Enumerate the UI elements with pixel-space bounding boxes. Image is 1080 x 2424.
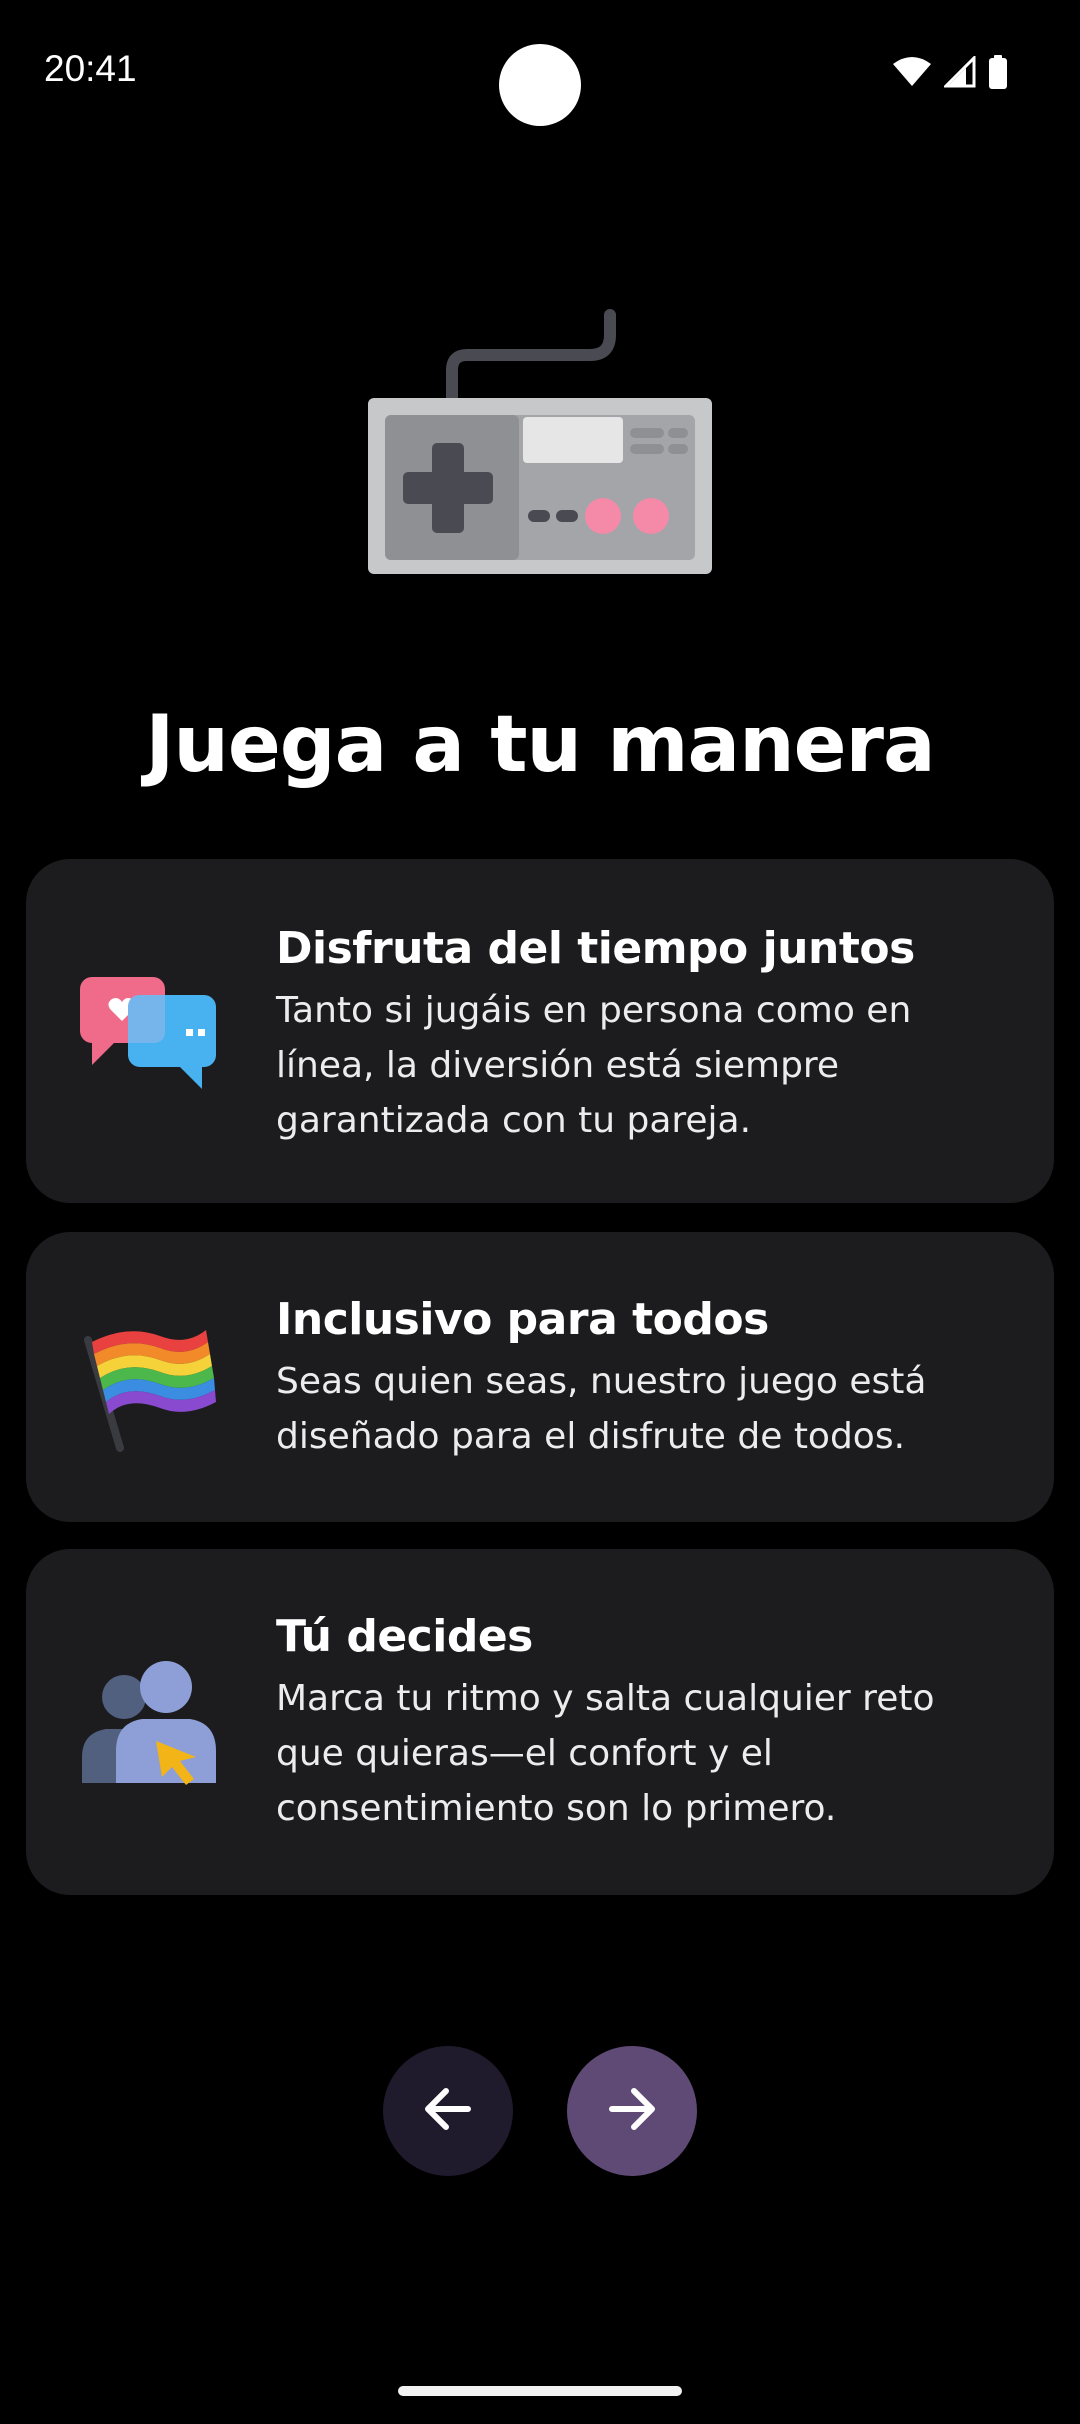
feature-description: Tanto si jugáis en persona como en línea…	[276, 990, 912, 1141]
status-icons	[892, 52, 1008, 92]
feature-card-together: Disfruta del tiempo juntos Tanto si jugá…	[26, 859, 1054, 1203]
feature-title: Disfruta del tiempo juntos	[276, 923, 915, 974]
battery-icon	[988, 55, 1008, 89]
arrow-right-icon	[602, 2079, 662, 2144]
game-controller-icon	[360, 300, 720, 590]
feature-card-inclusive: Inclusivo para todos Seas quien seas, nu…	[26, 1232, 1054, 1522]
feature-description: Marca tu ritmo y salta cualquier reto qu…	[276, 1678, 935, 1829]
next-button[interactable]	[567, 2046, 697, 2176]
arrow-left-icon	[418, 2079, 478, 2144]
feature-description: Seas quien seas, nuestro juego está dise…	[276, 1361, 927, 1457]
status-time: 20:41	[44, 48, 137, 89]
feature-title: Tú decides	[276, 1611, 533, 1662]
back-button[interactable]	[383, 2046, 513, 2176]
users-cursor-icon	[78, 1653, 218, 1793]
home-indicator[interactable]	[398, 2386, 682, 2396]
rainbow-flag-icon	[78, 1312, 218, 1452]
wifi-icon	[892, 56, 932, 88]
feature-text: Disfruta del tiempo juntos Tanto si jugá…	[276, 921, 994, 1148]
feature-text: Tú decides Marca tu ritmo y salta cualqu…	[276, 1609, 994, 1836]
camera-cutout	[499, 44, 581, 126]
feature-card-you-decide: Tú decides Marca tu ritmo y salta cualqu…	[26, 1549, 1054, 1895]
feature-title: Inclusivo para todos	[276, 1294, 769, 1345]
chat-bubbles-heart-icon	[78, 969, 218, 1109]
onboarding-screen: 20:41 Juega a tu manera Disfruta del tie…	[0, 0, 1080, 2424]
feature-text: Inclusivo para todos Seas quien seas, nu…	[276, 1292, 994, 1464]
page-title: Juega a tu manera	[145, 700, 935, 790]
signal-icon	[944, 56, 976, 88]
status-bar: 20:41	[0, 0, 1080, 140]
